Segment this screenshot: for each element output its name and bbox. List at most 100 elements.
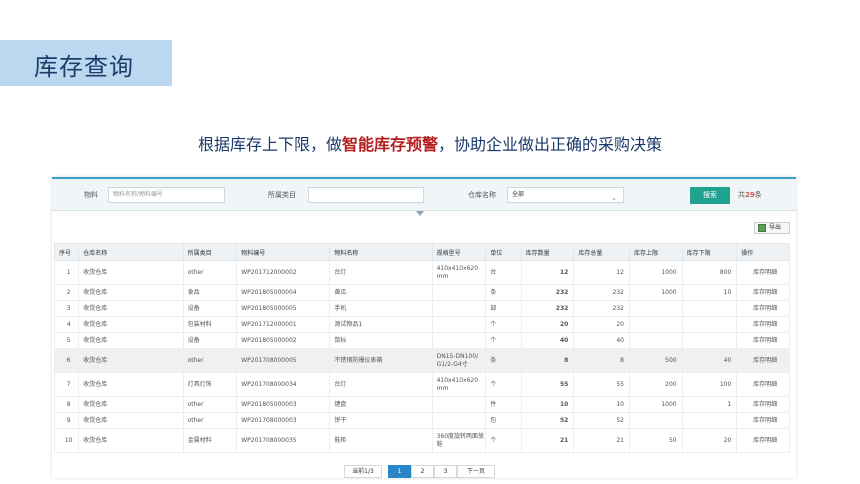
col-header-material-code[interactable]: 物料编号 [236,243,331,261]
row-index: 8 [53,396,80,413]
col-header-stock-upper[interactable]: 库存上限 [628,243,683,261]
search-button[interactable]: 搜索 [690,187,730,204]
page-button-1[interactable]: 1 [388,465,411,478]
row-stock-qty: 40 [520,332,575,349]
row-stock-total: 12 [573,260,630,285]
table-row: 7 收货仓库 灯具灯饰 WP201708000034 台灯 410x410x620 mm 个… [53,372,790,397]
row-stock-lower: 10 [681,284,738,301]
warehouse-select[interactable]: 全部 ⌄ [507,187,624,203]
row-stock-qty: 21 [520,428,575,453]
slide-subtitle: 根据库存上下限，做智能库存预警，协助企业做出正确的采购决策 [0,131,860,155]
row-spec: 360度旋转两面放鞋 [431,428,487,453]
row-index: 4 [53,316,80,333]
col-header-stock-qty[interactable]: 库存数量 [520,243,575,261]
row-stock-upper [628,332,683,349]
export-label: 导出 [769,224,782,231]
row-warehouse: 收货仓库 [78,372,184,397]
row-material-name[interactable]: 键盘 [329,396,433,413]
row-stock-lower: 100 [681,372,738,397]
row-action[interactable]: 库存明细 [736,284,790,301]
col-header-unit[interactable]: 单位 [485,243,522,261]
row-stock-total: 10 [573,396,630,413]
table-row: 3 收货仓库 设备 WP201805000005 手机部 232 232 库存明细 [53,300,790,317]
row-index: 2 [53,284,80,301]
row-stock-qty: 232 [520,284,575,301]
row-stock-qty: 232 [520,300,575,317]
row-spec [431,316,487,333]
row-category: 设备 [182,300,238,317]
row-warehouse: 收货仓库 [78,412,184,429]
row-unit: 个 [485,332,522,349]
row-stock-total: 21 [573,428,630,453]
col-header-material-name[interactable]: 物料名称 [329,243,433,261]
next-page-button[interactable]: 下一页 [457,465,495,478]
slide-title: 库存查询 [34,53,134,81]
row-category: 灯具灯饰 [182,372,238,397]
row-material-code: WP201708000034 [236,372,331,397]
row-stock-upper [628,412,683,429]
col-header-stock-total[interactable]: 库存总量 [573,243,630,261]
row-unit: 包 [485,412,522,429]
row-material-name[interactable]: 手机 [329,300,433,317]
row-action[interactable]: 库存明细 [736,316,790,333]
table-row: 2 收货仓库 食品 WP201805000004 黄瓜条 232 232 1000 10 库存明细 [53,284,790,301]
row-action[interactable]: 库存明细 [736,348,790,373]
row-unit: 台 [485,260,522,285]
row-stock-total: 8 [573,348,630,373]
row-unit: 条 [485,284,522,301]
category-input[interactable] [308,187,424,203]
row-action[interactable]: 库存明细 [736,412,790,429]
export-button[interactable]: 导出 [754,222,790,234]
row-action[interactable]: 库存明细 [736,332,790,349]
material-search-input[interactable]: 物料名称/物料编号 [108,187,225,203]
col-header-warehouse[interactable]: 仓库名称 [78,243,184,261]
row-material-name[interactable]: 台灯 [329,260,433,285]
row-material-name[interactable]: 不锈钢防爆仪表箱 [329,348,433,373]
count-prefix: 共 [738,191,745,199]
page-button-3[interactable]: 3 [434,465,457,478]
row-material-name[interactable]: 黄瓜 [329,284,433,301]
row-material-name[interactable]: 鼠标 [329,332,433,349]
row-spec: 410x410x620 mm [431,260,487,285]
table-row: 9 收货仓库 other WP201708000003 饼干包 52 52 库存明细 [53,412,790,429]
row-action[interactable]: 库存明细 [736,396,790,413]
row-warehouse: 收货仓库 [78,300,184,317]
col-header-stock-lower[interactable]: 库存下限 [681,243,738,261]
row-material-name[interactable]: 台灯 [329,372,433,397]
row-stock-qty: 10 [520,396,575,413]
row-stock-lower: 20 [681,428,738,453]
row-category: 食品 [182,284,238,301]
row-stock-qty: 8 [520,348,575,373]
row-material-code: WP201805000005 [236,300,331,317]
row-material-name[interactable]: 鞋柜 [329,428,433,453]
row-material-name[interactable]: 饼干 [329,412,433,429]
row-material-name[interactable]: 测试物品1 [329,316,433,333]
row-action[interactable]: 库存明细 [736,260,790,285]
row-category: 设备 [182,332,238,349]
row-material-code: WP201805000003 [236,396,331,413]
row-action[interactable]: 库存明细 [736,372,790,397]
row-index: 7 [53,372,80,397]
col-header-spec[interactable]: 规格型号 [431,243,487,261]
table-row: 4 收货仓库 包装材料 WP201712000001 测试物品1 个 20 20 库存明细 [53,316,790,333]
col-header-index[interactable]: 序号 [53,243,80,261]
row-warehouse: 收货仓库 [78,260,184,285]
row-material-code: WP201805000004 [236,284,331,301]
row-spec [431,332,487,349]
count-suffix: 条 [754,191,762,199]
row-stock-lower [681,332,738,349]
row-action[interactable]: 库存明细 [736,428,790,453]
row-stock-upper [628,300,683,317]
subtitle-highlight: 智能库存预警 [341,135,438,154]
row-stock-upper: 1000 [628,284,683,301]
row-action[interactable]: 库存明细 [736,300,790,317]
col-header-category[interactable]: 所属类目 [182,243,238,261]
row-spec: DN15-DN100/ G1/2-G4寸 [431,348,487,373]
page-button-2[interactable]: 2 [411,465,434,478]
row-stock-qty: 20 [520,316,575,333]
inventory-panel: 物料 物料名称/物料编号 所属类目 仓库名称 全部 ⌄ 搜索 共29条 导出 序… [52,177,796,478]
collapse-filter-caret-icon[interactable] [416,211,424,216]
row-material-code: WP201805000002 [236,332,331,349]
row-unit: 个 [485,372,522,397]
warehouse-label: 仓库名称 [468,191,496,199]
